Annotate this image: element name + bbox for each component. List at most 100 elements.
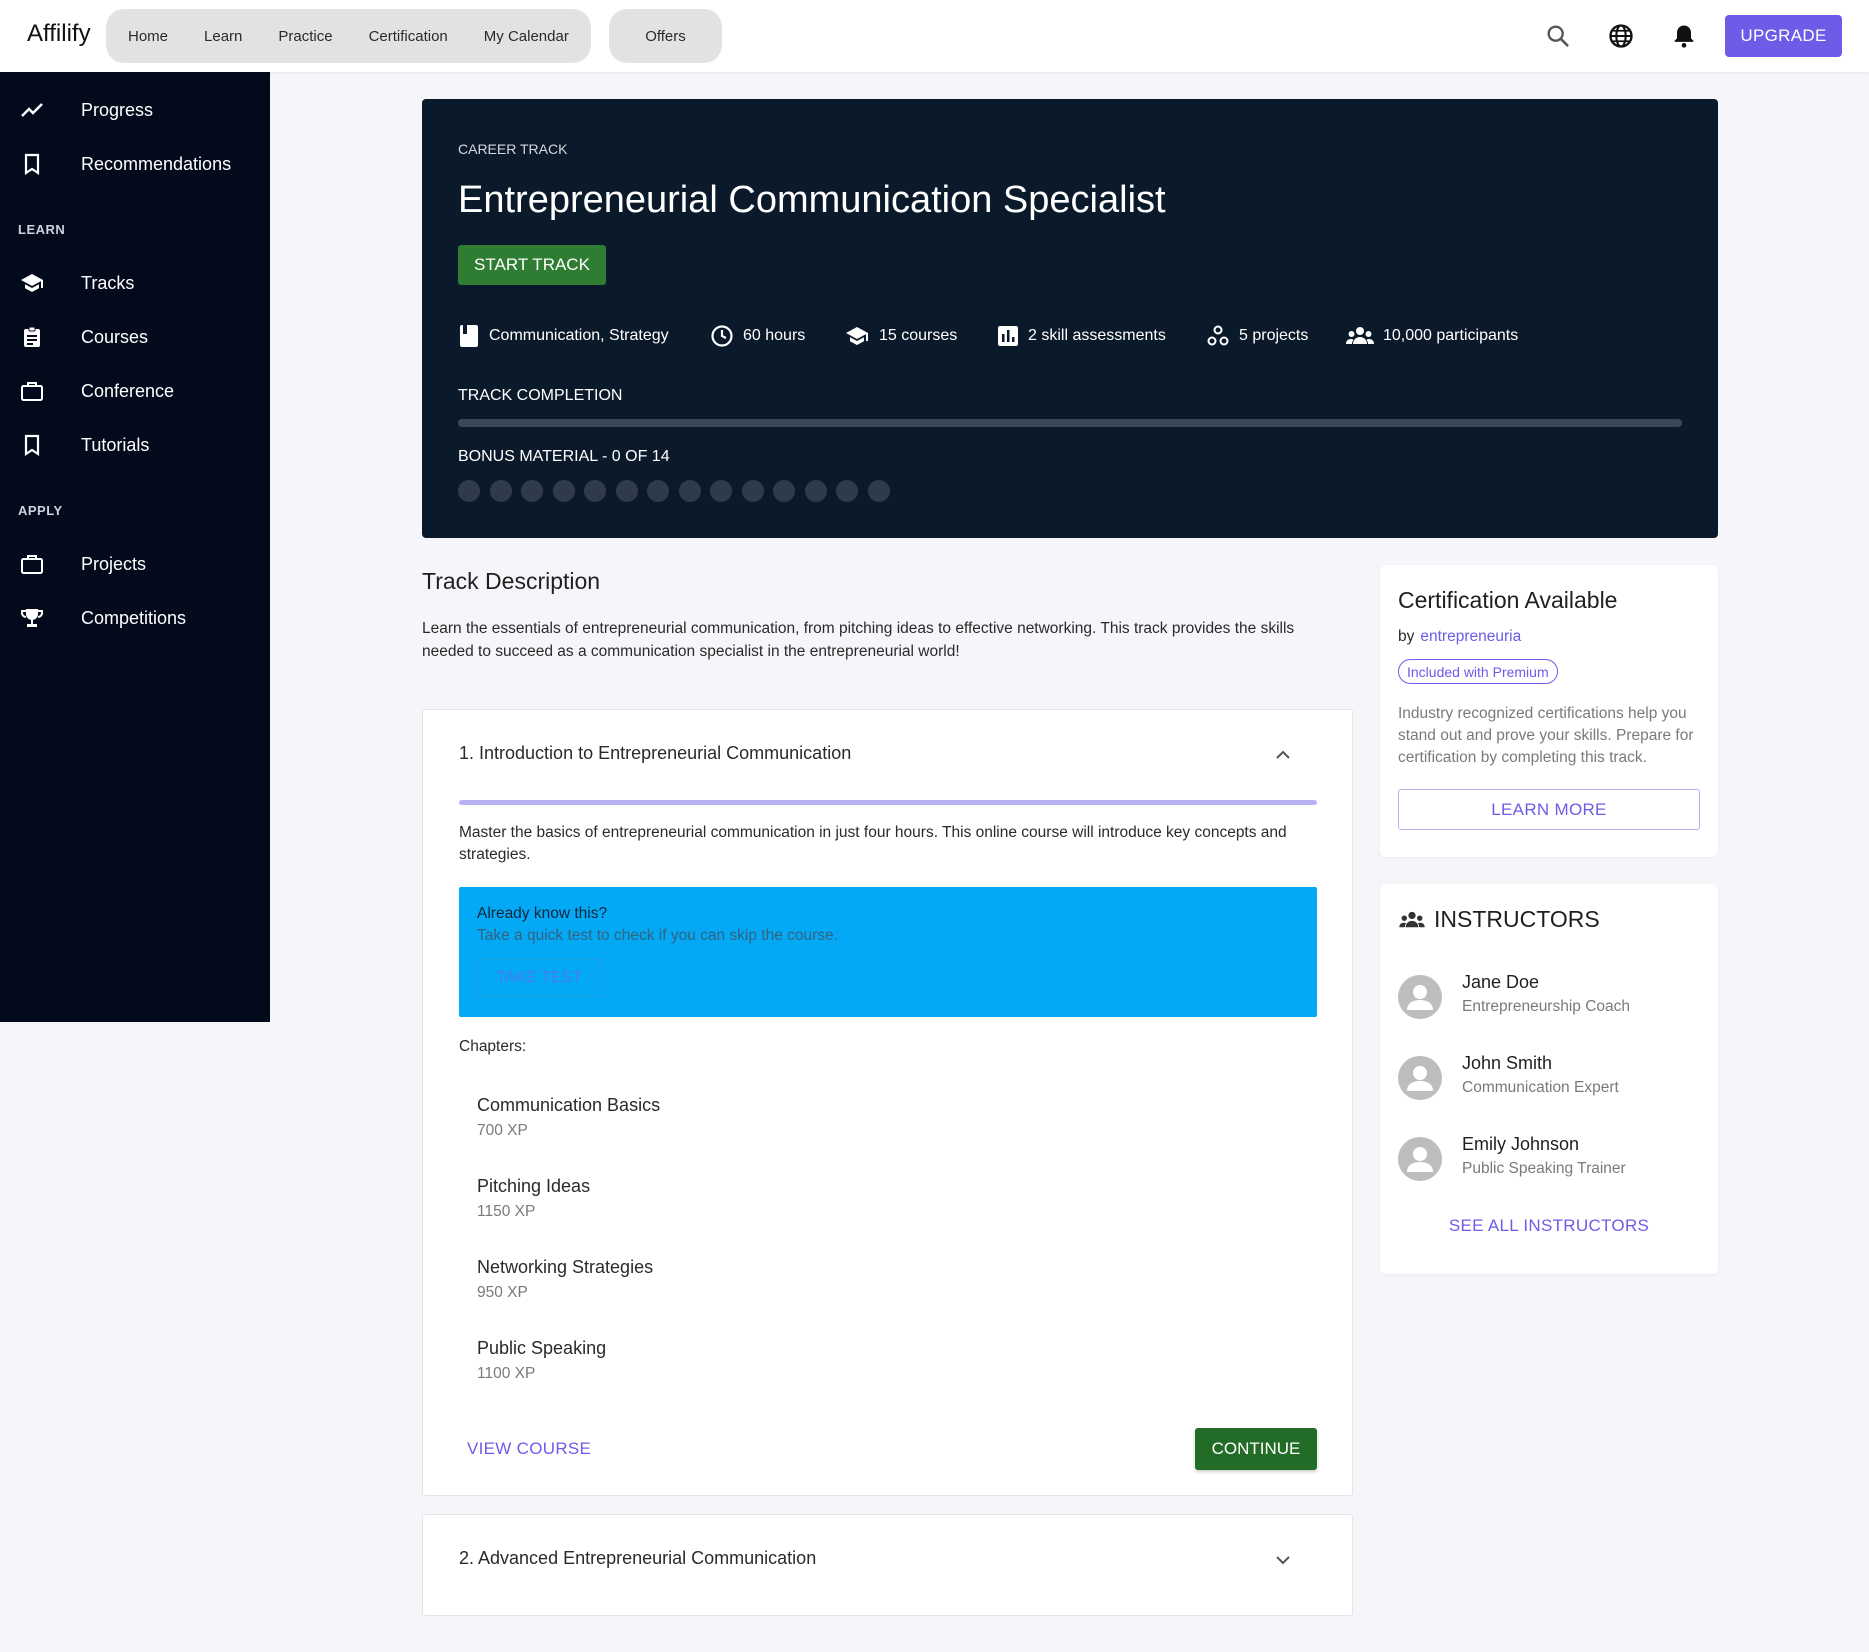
stat-courses-text: 15 courses bbox=[879, 327, 958, 344]
nav-certification[interactable]: Certification bbox=[369, 28, 448, 45]
sidebar-item-tracks[interactable]: Tracks bbox=[0, 261, 270, 305]
search-icon[interactable] bbox=[1544, 22, 1572, 50]
bonus-dot bbox=[584, 480, 606, 502]
avatar bbox=[1398, 1056, 1442, 1100]
skip-test-panel: Already know this? Take a quick test to … bbox=[459, 887, 1317, 1017]
sidebar-item-label: Tracks bbox=[81, 272, 135, 293]
premium-badge: Included with Premium bbox=[1398, 659, 1558, 684]
instructor-role: Public Speaking Trainer bbox=[1462, 1160, 1626, 1177]
bonus-dot bbox=[678, 480, 701, 502]
bonus-dot bbox=[710, 480, 732, 502]
brand-logo[interactable]: Affilify bbox=[27, 20, 91, 48]
instructors-heading: INSTRUCTORS bbox=[1398, 906, 1600, 933]
globe-icon[interactable] bbox=[1607, 22, 1635, 50]
chapter-xp: 1150 XP bbox=[477, 1203, 536, 1220]
stat-participants: 10,000 participants bbox=[1346, 323, 1518, 349]
bonus-dot bbox=[489, 480, 512, 502]
chapter-name: Communication Basics bbox=[477, 1095, 661, 1115]
bookmark-icon bbox=[24, 153, 40, 176]
bonus-material-label: BONUS MATERIAL - 0 OF 14 bbox=[458, 448, 670, 465]
course-card-2: 2. Advanced Entrepreneurial Communicatio… bbox=[422, 1514, 1353, 1616]
sidebar-item-competitions[interactable]: Competitions bbox=[0, 596, 270, 640]
skip-test-title: Already know this? bbox=[477, 905, 608, 922]
sidebar-item-recommendations[interactable]: Recommendations bbox=[0, 142, 270, 186]
course-card-1: 1. Introduction to Entrepreneurial Commu… bbox=[422, 709, 1353, 1496]
sidebar-item-tutorials[interactable]: Tutorials bbox=[0, 423, 270, 467]
view-course-button[interactable]: VIEW COURSE bbox=[467, 1439, 591, 1459]
stat-courses: 15 courses bbox=[844, 323, 957, 349]
chapter-item[interactable]: Networking Strategies 950 XP bbox=[477, 1257, 653, 1302]
stat-assessments: 2 skill assessments bbox=[997, 323, 1166, 349]
nav-my-calendar[interactable]: My Calendar bbox=[484, 28, 569, 45]
sidebar-item-label: Projects bbox=[81, 553, 147, 574]
workspaces-icon bbox=[1207, 325, 1229, 346]
bookmark-icon bbox=[24, 434, 40, 457]
chapter-item[interactable]: Communication Basics 700 XP bbox=[477, 1095, 660, 1140]
provider-link[interactable]: entrepreneuria bbox=[1420, 628, 1521, 645]
briefcase-icon bbox=[21, 555, 43, 574]
stat-participants-text: 10,000 participants bbox=[1383, 327, 1519, 344]
instructor-name: Jane Doe bbox=[1462, 972, 1540, 992]
chapter-xp: 950 XP bbox=[477, 1284, 528, 1301]
chevron-up-icon[interactable] bbox=[1275, 750, 1291, 760]
sidebar-item-label: Tutorials bbox=[81, 434, 150, 455]
continue-button[interactable]: CONTINUE bbox=[1195, 1428, 1317, 1470]
bonus-dot bbox=[867, 480, 890, 502]
skip-test-text: Take a quick test to check if you can sk… bbox=[477, 927, 838, 944]
stat-assessments-text: 2 skill assessments bbox=[1028, 327, 1166, 344]
bar-chart-icon bbox=[998, 326, 1018, 346]
sidebar-item-courses[interactable]: Courses bbox=[0, 315, 270, 359]
track-description-title: Track Description bbox=[422, 568, 601, 594]
instructor-role: Entrepreneurship Coach bbox=[1462, 998, 1631, 1015]
chapter-item[interactable]: Public Speaking 1100 XP bbox=[477, 1338, 606, 1383]
bonus-dot bbox=[836, 480, 858, 502]
chapters-label: Chapters: bbox=[459, 1038, 527, 1055]
learn-more-button[interactable]: LEARN MORE bbox=[1398, 789, 1700, 830]
start-track-button[interactable]: START TRACK bbox=[458, 245, 606, 285]
bonus-dot bbox=[741, 480, 764, 502]
sidebar-heading-apply: APPLY bbox=[18, 503, 63, 518]
sidebar-item-projects[interactable]: Projects bbox=[0, 542, 270, 586]
bonus-dot bbox=[647, 480, 669, 502]
briefcase-icon bbox=[21, 382, 43, 401]
instructor-role: Communication Expert bbox=[1462, 1079, 1619, 1096]
bonus-dot bbox=[521, 480, 543, 502]
nav-learn[interactable]: Learn bbox=[204, 28, 242, 45]
bell-icon[interactable] bbox=[1670, 22, 1698, 50]
bonus-dot bbox=[773, 480, 795, 502]
groups-icon bbox=[1399, 911, 1425, 927]
assignment-icon bbox=[24, 326, 40, 347]
certification-description: Industry recognized certifications help … bbox=[1398, 705, 1694, 766]
instructor-name: John Smith bbox=[1462, 1053, 1553, 1073]
bonus-dot bbox=[552, 480, 575, 502]
track-kicker: CAREER TRACK bbox=[458, 141, 568, 157]
top-bar: Affilify Home Learn Practice Certificati… bbox=[0, 0, 1869, 72]
clock-icon bbox=[711, 325, 733, 347]
certification-title: Certification Available bbox=[1398, 587, 1618, 613]
chapter-xp: 700 XP bbox=[477, 1122, 528, 1139]
sidebar-item-label: Courses bbox=[81, 326, 149, 347]
track-completion-label: TRACK COMPLETION bbox=[458, 387, 623, 404]
instructor-name: Emily Johnson bbox=[1462, 1134, 1580, 1154]
sidebar-item-conference[interactable]: Conference bbox=[0, 369, 270, 413]
see-all-instructors-button[interactable]: SEE ALL INSTRUCTORS bbox=[1380, 1216, 1718, 1236]
instructors-title: INSTRUCTORS bbox=[1434, 906, 1600, 932]
stat-hours-text: 60 hours bbox=[743, 327, 806, 344]
nav-offers[interactable]: Offers bbox=[609, 9, 722, 63]
course-title[interactable]: 1. Introduction to Entrepreneurial Commu… bbox=[459, 743, 851, 764]
course-title[interactable]: 2. Advanced Entrepreneurial Communicatio… bbox=[459, 1548, 816, 1569]
certification-card: Certification Available by entrepreneuria… bbox=[1380, 565, 1718, 857]
sidebar: Progress Recommendations LEARN Tracks Co… bbox=[0, 72, 270, 1022]
upgrade-button[interactable]: UPGRADE bbox=[1725, 15, 1842, 57]
course-accent-bar bbox=[459, 800, 1317, 805]
sidebar-item-progress[interactable]: Progress bbox=[0, 88, 270, 132]
stat-projects: 5 projects bbox=[1206, 323, 1308, 349]
take-test-button[interactable]: TAKE TEST bbox=[477, 959, 601, 997]
chevron-down-icon[interactable] bbox=[1275, 1555, 1291, 1565]
school-icon bbox=[21, 274, 43, 292]
avatar bbox=[1398, 1137, 1442, 1181]
chapter-item[interactable]: Pitching Ideas 1150 XP bbox=[477, 1176, 590, 1221]
nav-home[interactable]: Home bbox=[128, 28, 168, 45]
nav-practice[interactable]: Practice bbox=[278, 28, 332, 45]
stat-projects-text: 5 projects bbox=[1239, 327, 1309, 344]
